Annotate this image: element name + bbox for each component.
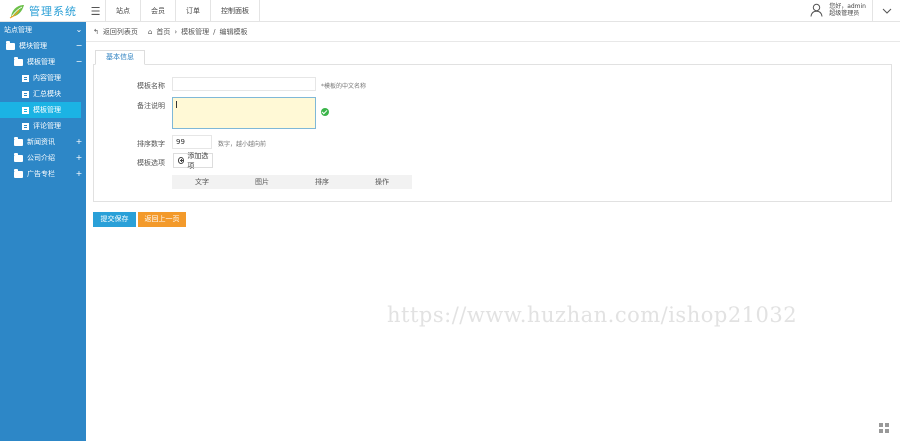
breadcrumb-level2: 编辑模板 (219, 28, 248, 36)
sidebar-header-label: 站点管理 (4, 26, 32, 34)
sort-label: 排序数字 (137, 140, 165, 148)
tab-basic-info[interactable]: 基本信息 (95, 50, 145, 65)
desc-label: 备注说明 (137, 102, 165, 110)
breadcrumb: ↰ 返回列表页 ⌂ 首页 › 模板管理 / 编辑模板 (93, 26, 252, 38)
sidebar-item-template-manage[interactable]: 模板管理 (0, 102, 81, 118)
document-icon (22, 122, 29, 130)
expand-icon[interactable]: + (72, 134, 86, 150)
divider (86, 41, 900, 42)
name-label: 模板名称 (137, 82, 165, 90)
option-table-header: 文字 图片 排序 操作 (172, 175, 412, 189)
menu-icon[interactable]: ☰ (86, 0, 106, 22)
sidebar-item-news[interactable]: 新闻资讯 + (0, 134, 86, 150)
sort-hint: 数字，越小越向前 (218, 141, 267, 148)
collapse-icon[interactable]: − (72, 54, 86, 70)
top-nav: 站点 会员 订单 控制面板 (106, 0, 260, 22)
save-button[interactable]: 提交保存 (93, 212, 136, 227)
sidebar-header[interactable]: 站点管理 ⌄ (0, 22, 86, 38)
sidebar-item-module-manage[interactable]: 模块管理 − (0, 38, 86, 54)
option-label: 模板选项 (137, 159, 165, 167)
leaf-logo-icon (9, 5, 24, 19)
logo[interactable]: 管理系统 (0, 0, 86, 22)
user-info[interactable]: 您好，admin 超级管理员 (810, 3, 866, 17)
home-icon[interactable]: ⌂ (148, 28, 152, 36)
col-action: 操作 (375, 178, 389, 186)
chevron-down-icon[interactable] (872, 0, 900, 22)
folder-icon (14, 136, 23, 146)
folder-icon (14, 56, 23, 66)
sidebar-item-template-group[interactable]: 模板管理 − (0, 54, 86, 70)
plus-circle-icon (178, 157, 185, 164)
check-icon (321, 108, 329, 116)
user-icon (810, 3, 823, 17)
expand-icon[interactable]: + (72, 166, 86, 182)
sidebar-item-comment-manage[interactable]: 评论管理 (0, 118, 86, 134)
nav-member[interactable]: 会员 (141, 0, 176, 22)
col-image: 图片 (255, 178, 269, 186)
folder-icon (14, 168, 23, 178)
user-role: 超级管理员 (829, 10, 860, 17)
folder-icon (14, 152, 23, 162)
sidebar: 站点管理 ⌄ 模块管理 − 模板管理 − 内容管理 汇总模块 模板管理 评论管理… (0, 22, 86, 441)
app-title: 管理系统 (29, 5, 77, 18)
sidebar-item-ads[interactable]: 广告专栏 + (0, 166, 86, 182)
document-icon (22, 106, 29, 114)
template-name-input[interactable] (172, 77, 316, 91)
user-greeting: 您好，admin (829, 3, 866, 10)
sidebar-item-company[interactable]: 公司介绍 + (0, 150, 86, 166)
nav-site[interactable]: 站点 (106, 0, 141, 22)
nav-control-panel[interactable]: 控制面板 (211, 0, 260, 22)
sort-input[interactable]: 99 (172, 135, 212, 149)
breadcrumb-separator: › (174, 28, 178, 36)
sidebar-item-summary-module[interactable]: 汇总模块 (0, 86, 86, 102)
grid-icon[interactable] (879, 423, 889, 433)
back-to-list-link[interactable]: 返回列表页 (103, 27, 138, 37)
folder-icon (6, 40, 15, 50)
col-sort: 排序 (315, 178, 329, 186)
breadcrumb-home[interactable]: 首页 (156, 27, 170, 37)
back-arrow-icon[interactable]: ↰ (93, 28, 99, 36)
breadcrumb-separator: / (213, 28, 216, 36)
sidebar-item-content-manage[interactable]: 内容管理 (0, 70, 86, 86)
name-hint: *模板的中文名称 (321, 83, 367, 90)
add-option-label: 添加选项 (187, 151, 209, 170)
top-bar: 管理系统 ☰ 站点 会员 订单 控制面板 您好，admin 超级管理员 (0, 0, 900, 22)
description-textarea[interactable] (172, 97, 316, 129)
watermark: https://www.huzhan.com/ishop21032 (387, 303, 798, 327)
breadcrumb-level1[interactable]: 模板管理 (181, 27, 209, 37)
chevron-down-icon[interactable]: ⌄ (72, 22, 86, 38)
document-icon (22, 74, 29, 82)
back-button[interactable]: 返回上一页 (138, 212, 186, 227)
add-option-button[interactable]: 添加选项 (173, 151, 213, 170)
nav-order[interactable]: 订单 (176, 0, 211, 22)
expand-icon[interactable]: + (72, 150, 86, 166)
document-icon (22, 90, 29, 98)
text-caret (176, 101, 177, 108)
col-text: 文字 (195, 178, 209, 186)
collapse-icon[interactable]: − (72, 38, 86, 54)
